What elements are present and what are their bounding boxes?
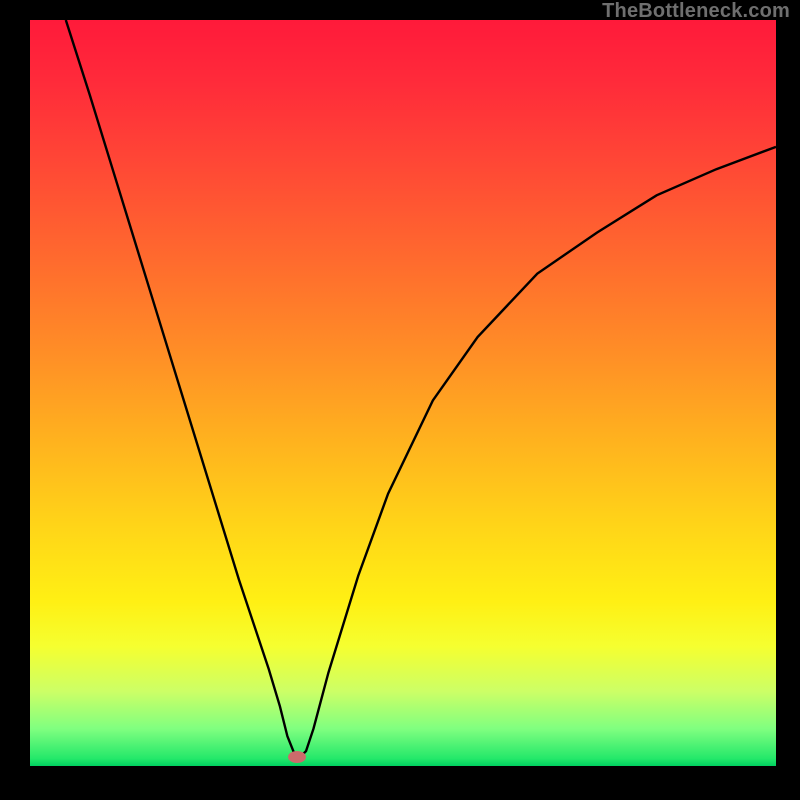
- watermark-text: TheBottleneck.com: [602, 0, 790, 23]
- bottleneck-curve: [30, 20, 776, 766]
- chart-frame: TheBottleneck.com: [0, 0, 800, 800]
- curve-path: [66, 20, 776, 759]
- minimum-marker: [288, 751, 306, 763]
- plot-area: [30, 20, 776, 766]
